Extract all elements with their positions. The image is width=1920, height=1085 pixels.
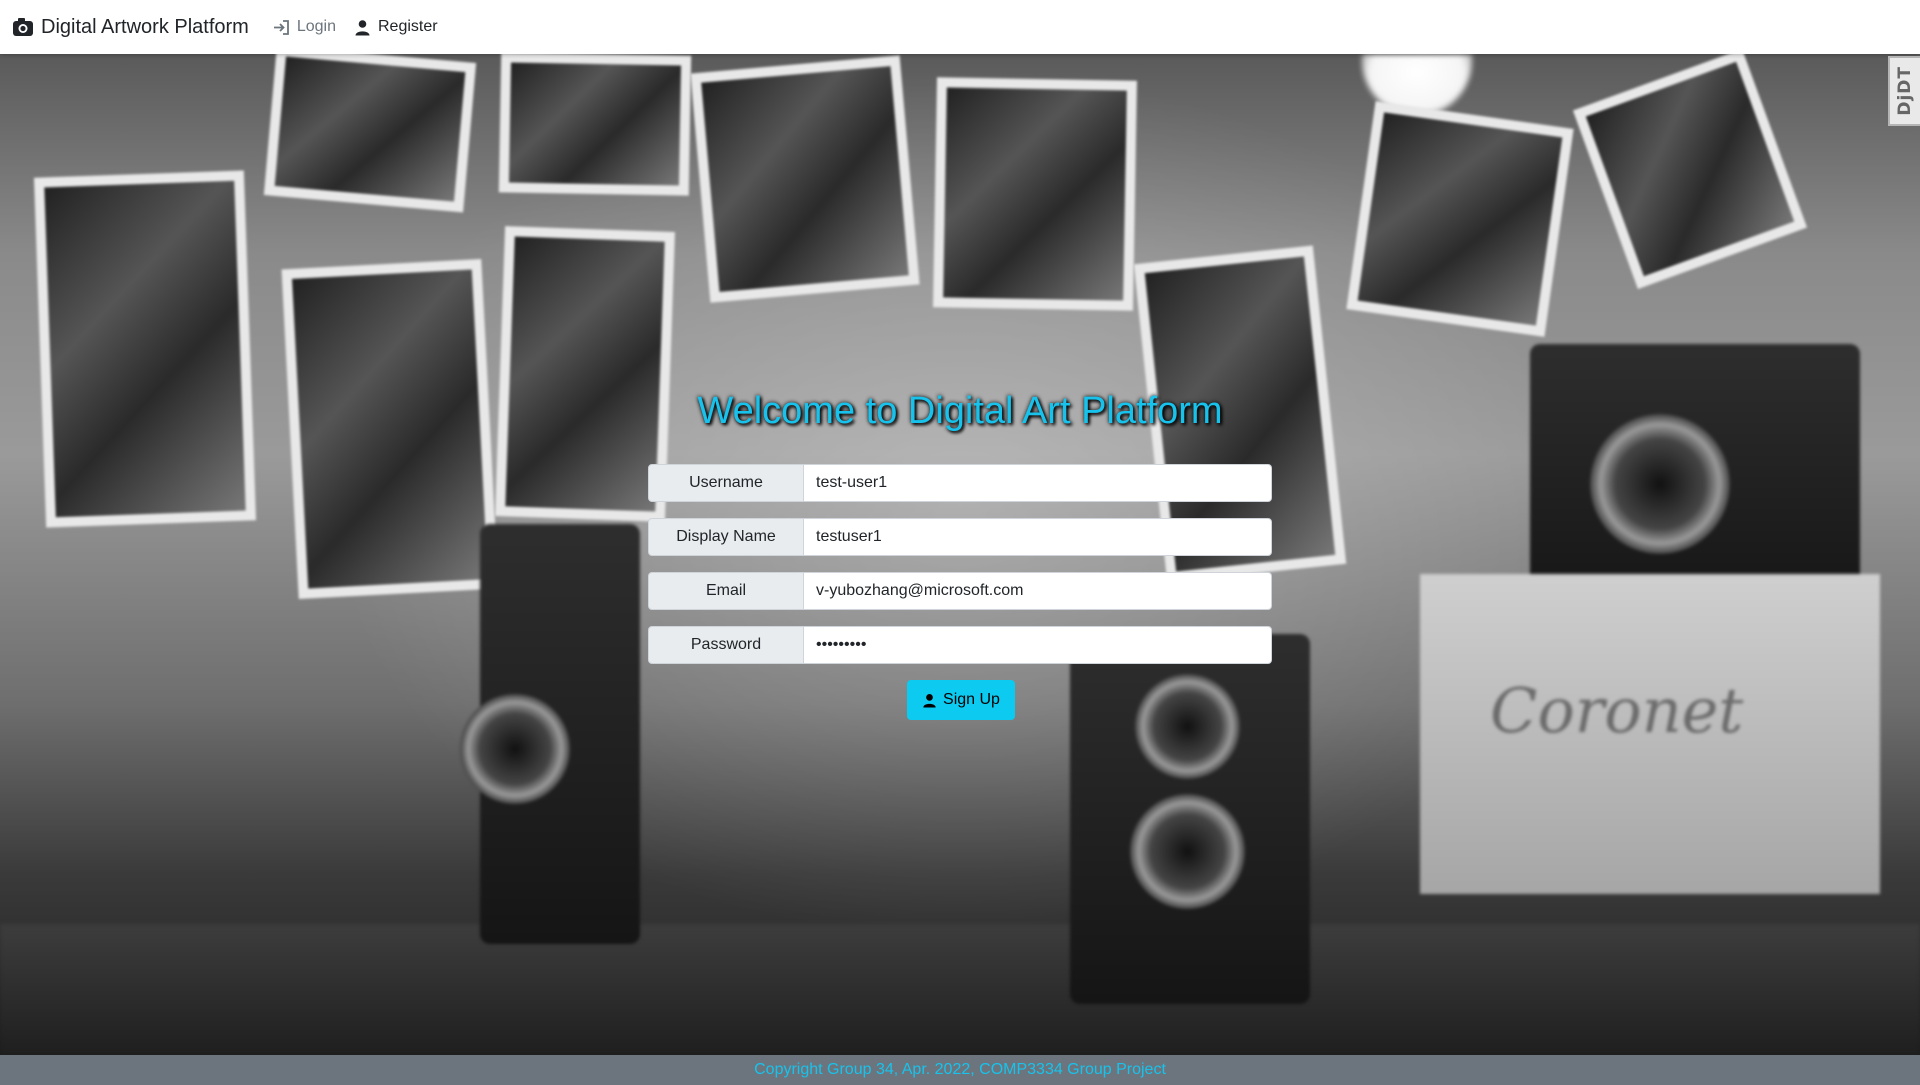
footer-copyright: Copyright Group 34, Apr. 2022, COMP3334 … [754, 1061, 1166, 1078]
background-photo [933, 77, 1137, 311]
register-form: Username Display Name Email Password [648, 464, 1272, 680]
brand-title: Digital Artwork Platform [41, 15, 249, 38]
nav-register-label: Register [378, 18, 438, 35]
display-name-input[interactable] [804, 518, 1272, 556]
username-input[interactable] [804, 464, 1272, 502]
display-name-label: Display Name [648, 518, 804, 556]
nav-login[interactable]: Login [273, 18, 336, 36]
shelf [0, 924, 1920, 1055]
username-label: Username [648, 464, 804, 502]
brand-link[interactable]: Digital Artwork Platform [12, 16, 249, 39]
person-icon [354, 19, 371, 36]
password-input[interactable] [804, 626, 1272, 664]
email-row: Email [648, 572, 1272, 610]
camera-icon [12, 16, 34, 38]
background-photo [1572, 54, 1808, 290]
top-navbar: Digital Artwork Platform Login Register [0, 0, 1920, 54]
coronet-box-label: Coronet [1490, 674, 1744, 747]
footer: Copyright Group 34, Apr. 2022, COMP3334 … [0, 1055, 1920, 1085]
background-photo [498, 54, 692, 196]
password-row: Password [648, 626, 1272, 664]
twin-lens-camera [1070, 634, 1310, 1004]
movie-camera [460, 524, 640, 944]
debug-toolbar-label: DjDT [1895, 66, 1915, 116]
email-input[interactable] [804, 572, 1272, 610]
background-photo [1346, 101, 1574, 337]
debug-toolbar-toggle[interactable]: DjDT [1888, 56, 1920, 126]
person-icon [922, 693, 937, 708]
background-photo [33, 170, 257, 528]
display-name-row: Display Name [648, 518, 1272, 556]
background-photo [263, 54, 477, 213]
page-title: Welcome to Digital Art Platform [697, 390, 1223, 432]
background-photo [690, 55, 920, 303]
sign-up-label: Sign Up [943, 691, 1000, 708]
email-label: Email [648, 572, 804, 610]
sign-in-icon [273, 19, 290, 36]
username-row: Username [648, 464, 1272, 502]
sign-up-button[interactable]: Sign Up [907, 680, 1015, 720]
nav-login-label: Login [296, 18, 336, 35]
password-label: Password [648, 626, 804, 664]
nav-register[interactable]: Register [354, 18, 438, 36]
